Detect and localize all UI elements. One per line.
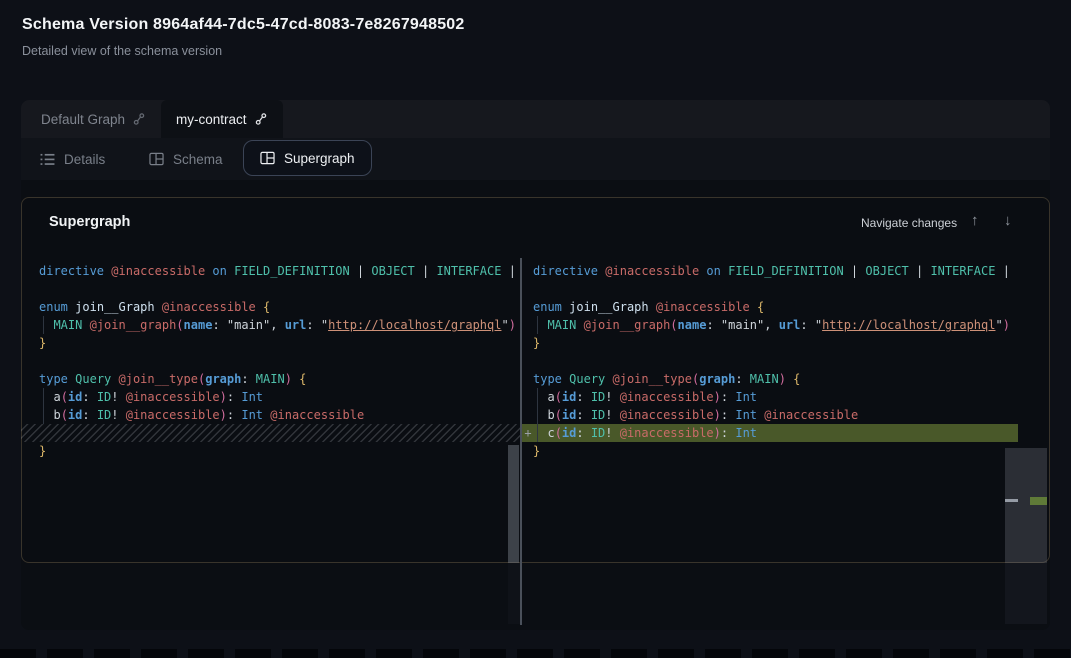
- indent-guide: [43, 388, 44, 406]
- diff-editor-modified-pane[interactable]: directive @inaccessible on FIELD_DEFINIT…: [522, 258, 1018, 568]
- code-line: [522, 352, 1018, 370]
- window-split-icon: [149, 152, 164, 166]
- navigate-up-button[interactable]: ↑: [971, 212, 979, 229]
- indent-guide: [537, 388, 538, 406]
- tab-supergraph[interactable]: Supergraph: [243, 140, 372, 176]
- code-line: directive @inaccessible on FIELD_DEFINIT…: [21, 262, 520, 280]
- tab-details[interactable]: Details: [40, 138, 105, 180]
- code-line: type Query @join__type(graph: MAIN) {: [522, 370, 1018, 388]
- tab-my-contract[interactable]: my-contract: [161, 100, 283, 138]
- tab-default-graph[interactable]: Default Graph: [26, 100, 161, 138]
- code-line: }: [21, 442, 520, 460]
- diff-overview-ruler[interactable]: [1005, 448, 1047, 565]
- overview-ruler-track: [1005, 563, 1047, 624]
- schema-version-page: Schema Version 8964af44-7dc5-47cd-8083-7…: [0, 0, 1071, 658]
- indent-guide: [537, 406, 538, 424]
- code-line: [522, 280, 1018, 298]
- code-line: a(id: ID! @inaccessible): Int: [21, 388, 520, 406]
- view-tab-row: Details Schema Supergraph: [21, 138, 1050, 180]
- variant-icon: [132, 112, 146, 126]
- diff-editor-original-pane[interactable]: directive @inaccessible on FIELD_DEFINIT…: [21, 258, 520, 568]
- indent-guide: [537, 316, 538, 334]
- navigate-down-button[interactable]: ↓: [1004, 212, 1012, 229]
- tab-default-graph-label: Default Graph: [41, 112, 125, 127]
- left-pane-scrollbar[interactable]: [508, 445, 519, 565]
- code-line: MAIN @join__graph(name: "main", url: "ht…: [21, 316, 520, 334]
- left-scrollbar-track: [508, 563, 520, 624]
- code-line: enum join__Graph @inaccessible {: [522, 298, 1018, 316]
- page-subtitle: Detailed view of the schema version: [22, 44, 222, 58]
- code-line: type Query @join__type(graph: MAIN) {: [21, 370, 520, 388]
- added-line-plus-marker: +: [521, 424, 535, 442]
- code-line: b(id: ID! @inaccessible): Int @inaccessi…: [21, 406, 520, 424]
- indent-guide: [537, 424, 538, 442]
- tab-my-contract-label: my-contract: [176, 112, 247, 127]
- code-line: a(id: ID! @inaccessible): Int: [522, 388, 1018, 406]
- tab-schema-label: Schema: [173, 152, 223, 167]
- navigate-changes-label: Navigate changes: [861, 216, 957, 230]
- variant-icon: [254, 112, 268, 126]
- code-line: }: [21, 334, 520, 352]
- code-line: b(id: ID! @inaccessible): Int @inaccessi…: [522, 406, 1018, 424]
- code-line: directive @inaccessible on FIELD_DEFINIT…: [522, 262, 1018, 280]
- diff-placeholder-line: [21, 424, 520, 442]
- list-icon: [40, 153, 55, 166]
- bottom-dashed-separator: [0, 649, 1071, 658]
- window-split-icon: [260, 151, 275, 165]
- indent-guide: [43, 316, 44, 334]
- overview-original-change-mark: [1005, 499, 1018, 502]
- added-code-line: c(id: ID! @inaccessible): Int: [522, 424, 1018, 442]
- graph-tab-strip: Default Graph my-contract: [21, 100, 1050, 138]
- indent-guide: [43, 406, 44, 424]
- code-line: enum join__Graph @inaccessible {: [21, 298, 520, 316]
- overview-added-change-mark: [1030, 497, 1047, 505]
- code-line: }: [522, 334, 1018, 352]
- code-line: [21, 280, 520, 298]
- tab-supergraph-label: Supergraph: [284, 151, 355, 166]
- code-line: MAIN @join__graph(name: "main", url: "ht…: [522, 316, 1018, 334]
- tab-details-label: Details: [64, 152, 105, 167]
- page-title: Schema Version 8964af44-7dc5-47cd-8083-7…: [22, 16, 465, 34]
- code-line: }: [522, 442, 1018, 460]
- code-line: [21, 352, 520, 370]
- supergraph-panel-title: Supergraph: [49, 214, 130, 230]
- tab-schema[interactable]: Schema: [149, 138, 223, 180]
